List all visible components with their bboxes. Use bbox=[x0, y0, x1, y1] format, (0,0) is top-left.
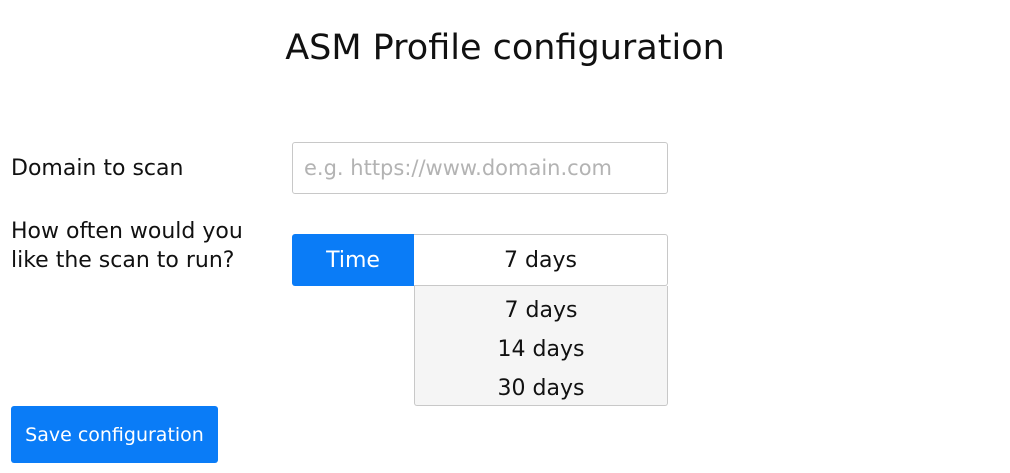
domain-label: Domain to scan bbox=[11, 156, 184, 181]
page-title: ASM Profile configuration bbox=[285, 28, 725, 68]
frequency-option-30-days[interactable]: 30 days bbox=[415, 369, 667, 408]
asm-profile-config-page: ASM Profile configuration Domain to scan… bbox=[0, 0, 1010, 473]
time-addon-label: Time bbox=[292, 234, 414, 286]
frequency-dropdown-menu: 7 days 14 days 30 days bbox=[414, 286, 668, 406]
domain-input[interactable] bbox=[292, 142, 668, 194]
frequency-option-14-days[interactable]: 14 days bbox=[415, 330, 667, 369]
frequency-option-7-days[interactable]: 7 days bbox=[415, 291, 667, 330]
frequency-label: How often would you like the scan to run… bbox=[11, 219, 243, 273]
save-configuration-button[interactable]: Save configuration bbox=[11, 406, 218, 463]
frequency-selected-value: 7 days bbox=[504, 247, 577, 273]
frequency-select[interactable]: 7 days bbox=[414, 234, 668, 286]
